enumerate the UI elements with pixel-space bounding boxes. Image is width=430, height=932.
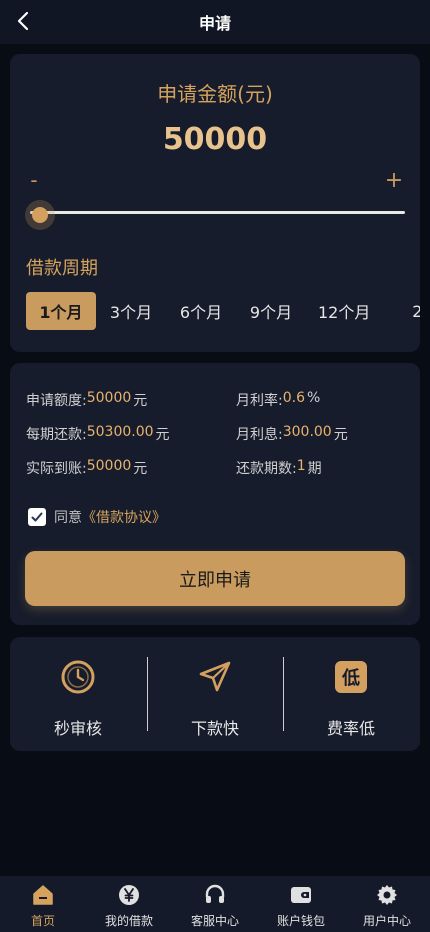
loan-info-grid: 申请额度: 50000 元 月利率: 0.6 % 每期还款: 50300.00 …: [26, 383, 406, 485]
apply-amount-unit: 元: [133, 393, 148, 409]
clock-icon: [61, 660, 95, 694]
info-row: 每期还款: 50300.00 元 月利息: 300.00 元: [26, 417, 406, 451]
amount-value: 50000: [162, 122, 268, 157]
nav-label: 用户中心: [362, 914, 411, 928]
page-title: 申请: [198, 14, 231, 33]
feature-fast-payout: 下款快: [147, 657, 283, 738]
monthly-interest-label: 月利息:: [236, 427, 283, 443]
monthly-rate-unit: %: [306, 390, 321, 406]
yen-icon: [119, 885, 139, 905]
agreement-link[interactable]: 《借款协议》: [82, 507, 166, 527]
chevron-left-icon: [17, 11, 29, 31]
per-period-value: 50300.00: [86, 424, 154, 440]
feature-low-rate: 低 费率低: [283, 657, 419, 738]
actual-amount-value: 50000: [86, 458, 132, 474]
feature-fast-review: 秒审核: [10, 657, 146, 738]
nav-label: 首页: [30, 914, 55, 928]
actual-amount-unit: 元: [133, 461, 148, 477]
monthly-interest-value: 300.00: [282, 424, 332, 440]
nav-item-user-center[interactable]: 用户中心: [344, 876, 430, 932]
apply-amount-value: 50000: [86, 390, 132, 406]
nav-item-support[interactable]: 客服中心: [172, 876, 258, 932]
bottom-nav: 首页 我的借款 客服中心 账户钱包 用户中心: [0, 876, 430, 932]
monthly-rate-item: 月利率: 0.6 %: [236, 390, 406, 410]
nav-label: 账户钱包: [276, 914, 325, 928]
feature-label: 下款快: [190, 719, 239, 738]
nav-label: 客服中心: [190, 914, 239, 928]
nav-item-home[interactable]: 首页: [0, 876, 86, 932]
feature-label: 秒审核: [53, 719, 102, 738]
period-option-1-month[interactable]: 1个月: [26, 292, 96, 330]
monthly-interest-unit: 元: [333, 427, 348, 443]
home-icon: [33, 885, 53, 905]
period-option-12-months[interactable]: 12个月: [306, 292, 382, 330]
agreement-text: 同意: [54, 510, 82, 526]
actual-amount-item: 实际到账: 50000 元: [26, 458, 236, 478]
period-option-3-months[interactable]: 3个月: [96, 292, 166, 330]
loan-info-card: 申请额度: 50000 元 月利率: 0.6 % 每期还款: 50300.00 …: [10, 363, 420, 625]
nav-item-wallet[interactable]: 账户钱包: [258, 876, 344, 932]
feature-label: 费率低: [326, 719, 375, 738]
agreement-checkbox[interactable]: [28, 508, 46, 526]
per-period-item: 每期还款: 50300.00 元: [26, 424, 236, 444]
apply-amount-item: 申请额度: 50000 元: [26, 390, 236, 410]
repay-periods-unit: 期: [307, 461, 322, 477]
info-row: 申请额度: 50000 元 月利率: 0.6 %: [26, 383, 406, 417]
monthly-rate-value: 0.6: [282, 390, 305, 406]
per-period-label: 每期还款:: [26, 427, 87, 443]
nav-label: 我的借款: [104, 914, 153, 928]
info-row: 实际到账: 50000 元 还款期数: 1 期: [26, 451, 406, 485]
period-title: 借款周期: [26, 258, 98, 279]
agreement-row: 同意 《借款协议》: [28, 507, 166, 527]
monthly-interest-item: 月利息: 300.00 元: [236, 424, 406, 444]
header-bar: 申请: [0, 0, 430, 44]
apply-amount-label: 申请额度:: [26, 393, 87, 409]
apply-now-button[interactable]: 立即申请: [25, 551, 405, 606]
increase-amount-button[interactable]: +: [382, 168, 406, 193]
per-period-unit: 元: [155, 427, 170, 443]
actual-amount-label: 实际到账:: [26, 461, 87, 477]
repay-periods-value: 1: [296, 458, 306, 474]
nav-item-my-loans[interactable]: 我的借款: [86, 876, 172, 932]
gear-icon: [377, 885, 397, 905]
back-button[interactable]: [8, 6, 38, 36]
period-options: 1个月 3个月 6个月 9个月 12个月 2: [26, 292, 420, 332]
check-icon: [31, 512, 43, 522]
amount-card: 申请金额(元) 50000 - + 借款周期 1个月 3个月 6个月 9个月 1…: [10, 54, 420, 352]
send-icon: [199, 661, 231, 692]
app-root: 申请 申请金额(元) 50000 - + 借款周期 1个月 3个月 6个月 9个…: [0, 0, 430, 932]
amount-slider-track[interactable]: [30, 211, 405, 214]
period-option-6-months[interactable]: 6个月: [166, 292, 236, 330]
amount-title: 申请金额(元): [157, 82, 273, 106]
monthly-rate-label: 月利率:: [236, 393, 283, 409]
decrease-amount-button[interactable]: -: [24, 168, 44, 192]
period-option-9-months[interactable]: 9个月: [236, 292, 306, 330]
repay-periods-label: 还款期数:: [236, 461, 297, 477]
features-card: 秒审核 下款快 低 费率低: [10, 637, 420, 751]
period-option-more[interactable]: 2: [382, 292, 420, 330]
low-rate-icon: 低: [335, 661, 367, 693]
headset-icon: [205, 884, 225, 903]
repay-periods-item: 还款期数: 1 期: [236, 458, 406, 478]
wallet-icon: [291, 887, 311, 903]
amount-slider-thumb[interactable]: [25, 200, 55, 230]
